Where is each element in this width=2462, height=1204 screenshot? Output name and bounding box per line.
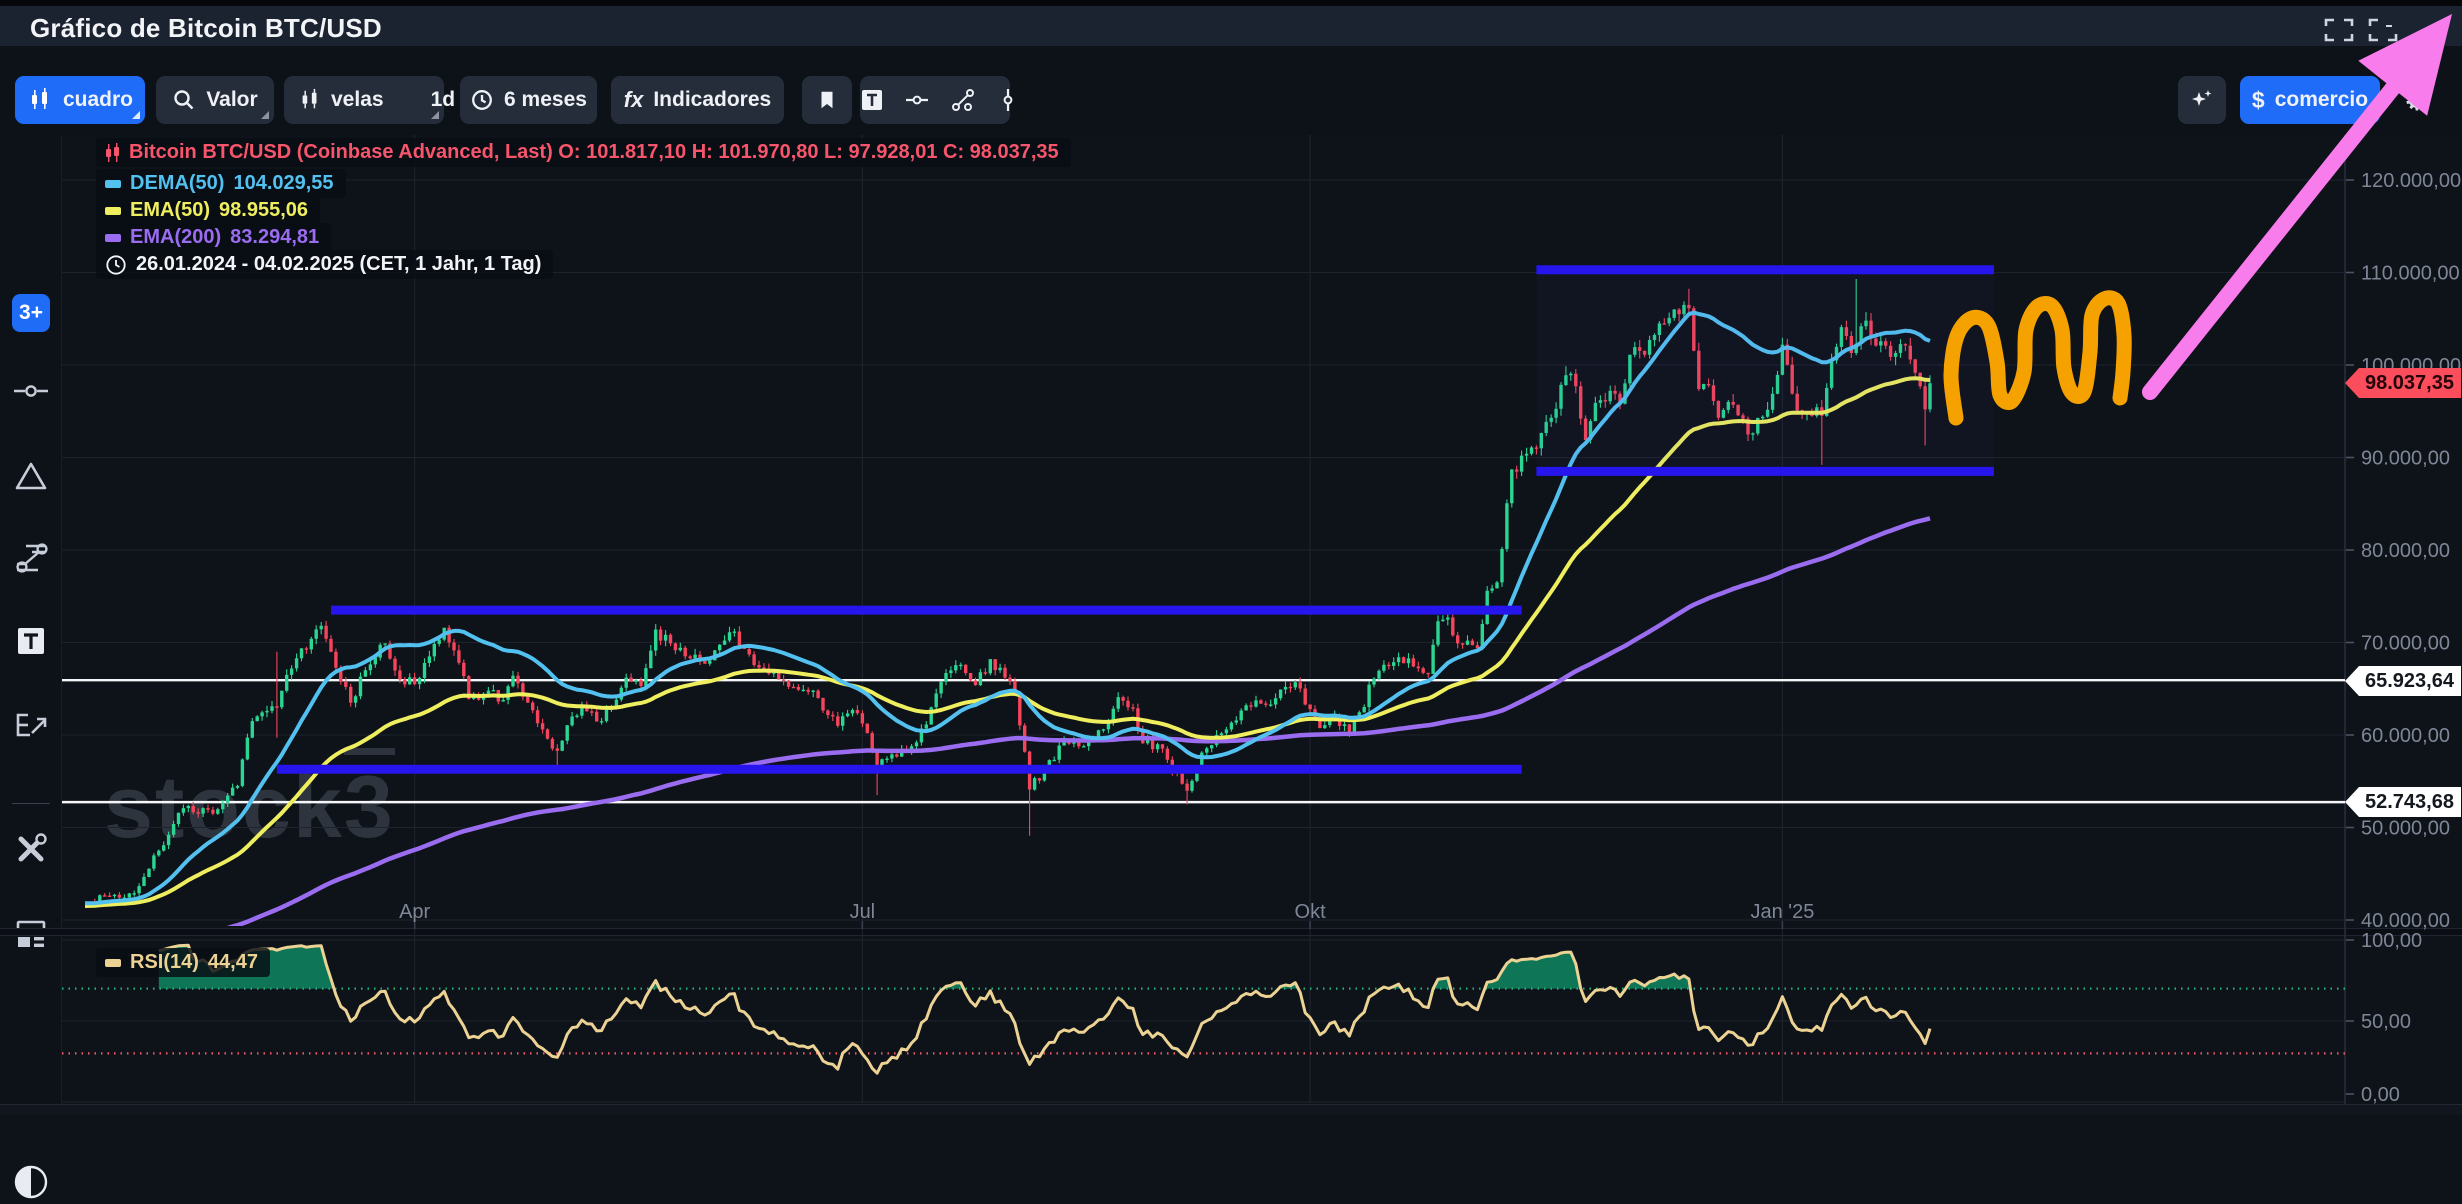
y-axis-label: 90.000,00 [2361, 448, 2450, 470]
search-icon [172, 88, 196, 112]
x-axis-label: Apr [399, 901, 430, 923]
sidebar-item-stock3-plus[interactable]: 3+ [0, 291, 62, 335]
horizontal-line-icon [904, 88, 930, 112]
title-bar: Gráfico de Bitcoin BTC/USD [0, 0, 2462, 46]
ai-assistant-button[interactable] [2178, 76, 2226, 124]
time-axis-strip[interactable] [0, 1104, 2462, 1115]
candle-style-button[interactable]: velas [284, 76, 398, 124]
trade-button[interactable]: $ comercio [2240, 76, 2380, 124]
dema-swatch [105, 180, 121, 188]
ema200-swatch [105, 234, 121, 242]
sidebar-item-text-tool[interactable] [0, 619, 62, 663]
drawing-tools-group [860, 76, 1010, 124]
trend-line-tool-button[interactable] [950, 76, 976, 124]
trend-line-icon [950, 87, 976, 113]
y-axis-label: 80.000,00 [2361, 540, 2450, 562]
squiggle-annotation[interactable] [1951, 298, 2124, 418]
candle-style-interval-group: velas 1d [284, 76, 444, 124]
fullscreen-icon[interactable] [2322, 16, 2356, 44]
clock-icon [470, 88, 494, 112]
horizontal-line-icon [12, 380, 50, 402]
ema50-swatch [105, 207, 121, 215]
stock3-watermark: stock3 [104, 756, 395, 858]
legend-rsi[interactable]: RSI(14) 44,47 [96, 948, 270, 977]
gear-icon: ⚙ [2404, 83, 2431, 118]
legend-candle-icon [105, 142, 120, 164]
legend-dema[interactable]: DEMA(50) 104.029,55 [96, 169, 346, 198]
alert-price-tag[interactable]: 52.743,68 [2345, 787, 2461, 817]
chart-type-button[interactable]: cuadro [15, 76, 145, 124]
export-icon [12, 709, 50, 741]
sidebar-divider [12, 803, 50, 804]
gridlines [62, 135, 2345, 1104]
text-tool-button[interactable] [860, 76, 884, 124]
clock-icon [105, 254, 127, 276]
settings-button[interactable]: ⚙ [2392, 76, 2442, 124]
page-title: Gráfico de Bitcoin BTC/USD [30, 13, 382, 44]
horizontal-line-tool-button[interactable] [904, 76, 930, 124]
vertical-line-tool-button[interactable] [996, 76, 1020, 124]
legend-ohlc[interactable]: Bitcoin BTC/USD (Coinbase Advanced, Last… [96, 138, 1071, 167]
sidebar-item-export-tool[interactable] [0, 703, 62, 747]
rsi-axis-label: 0,00 [2361, 1084, 2400, 1106]
fx-icon: fx [624, 87, 644, 113]
sidebar-item-theme-toggle[interactable] [0, 1160, 62, 1204]
symbol-search-button[interactable]: Valor [156, 76, 274, 124]
alert-price-tag[interactable]: 65.923,64 [2345, 666, 2461, 696]
bookmark-icon [816, 88, 838, 112]
rsi-axis-label: 50,00 [2361, 1011, 2411, 1033]
candles-icon [27, 87, 53, 113]
bookmark-button[interactable] [802, 76, 852, 124]
panel-separator[interactable] [0, 928, 2462, 936]
legend-ema200[interactable]: EMA(200) 83.294,81 [96, 223, 331, 252]
text-tool-icon [860, 88, 884, 112]
legend-date-range[interactable]: 26.01.2024 - 04.02.2025 (CET, 1 Jahr, 1 … [96, 250, 553, 279]
y-axis-label: 50.000,00 [2361, 818, 2450, 840]
range-button[interactable]: 6 meses [460, 76, 597, 124]
current-price-tag: 98.037,35 [2345, 368, 2461, 398]
toolbar: cuadro Valor velas 1d 6 meses fx Indicad… [0, 46, 2462, 135]
x-axis-label: Jan '25 [1750, 901, 1814, 923]
stock3-plus-logo: 3+ [12, 294, 50, 332]
main-panel [62, 270, 2345, 955]
y-axis-label: 60.000,00 [2361, 725, 2450, 747]
tools-icon [12, 830, 50, 868]
y-axis-label: 120.000,00 [2361, 170, 2461, 192]
pattern-tool-icon [12, 539, 50, 577]
dollar-icon: $ [2252, 87, 2265, 114]
sidebar-item-horizontal-line-tool[interactable] [0, 369, 62, 413]
axis-labels: 120.000,00110.000,00100.000,0090.000,008… [399, 170, 2461, 1106]
chart-canvas[interactable]: 120.000,00110.000,00100.000,0090.000,008… [0, 0, 2462, 1115]
x-axis-label: Jul [850, 901, 876, 923]
screenshot-icon[interactable] [2366, 16, 2400, 44]
sparkles-icon [2189, 87, 2215, 113]
legend-ema50[interactable]: EMA(50) 98.955,06 [96, 196, 320, 225]
sidebar-item-tools[interactable] [0, 827, 62, 871]
candles-icon [298, 87, 322, 113]
vertical-line-icon [996, 87, 1020, 113]
contrast-icon [11, 1162, 51, 1202]
text-tool-icon [14, 624, 48, 658]
sidebar-item-shapes-tool[interactable] [0, 454, 62, 498]
rsi-panel [62, 945, 2345, 1073]
rsi-swatch [105, 959, 121, 967]
x-axis-label: Okt [1295, 901, 1327, 923]
triangle-icon [12, 459, 50, 493]
left-sidebar: 3+ [0, 135, 62, 1115]
y-axis-label: 70.000,00 [2361, 633, 2450, 655]
indicators-button[interactable]: fx Indicadores [611, 76, 784, 124]
y-axis-label: 110.000,00 [2361, 263, 2460, 285]
sidebar-item-pattern-tool[interactable] [0, 536, 62, 580]
